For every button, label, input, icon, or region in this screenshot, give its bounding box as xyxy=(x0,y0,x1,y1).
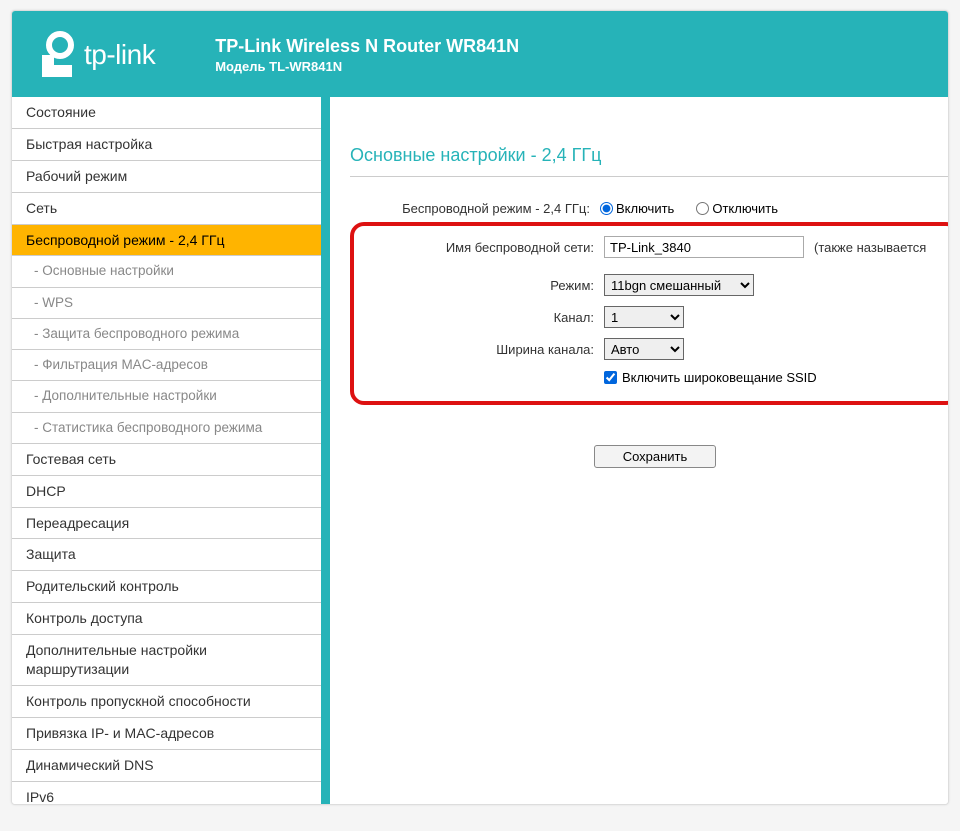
sidebar-item-3[interactable]: Сеть xyxy=(12,193,321,225)
wireless-mode-label: Беспроводной режим - 2,4 ГГц: xyxy=(350,201,600,216)
ssid-broadcast-label[interactable]: Включить широковещание SSID xyxy=(604,370,817,385)
wireless-enable-radio-label[interactable]: Включить xyxy=(600,201,674,216)
sidebar-item-21[interactable]: IPv6 xyxy=(12,782,321,804)
channel-width-select[interactable]: Авто xyxy=(604,338,684,360)
sidebar-item-4[interactable]: Беспроводной режим - 2,4 ГГц xyxy=(12,225,321,257)
mode-label: Режим: xyxy=(354,278,604,293)
brand-name: tp-link xyxy=(84,39,155,71)
sidebar-item-16[interactable]: Контроль доступа xyxy=(12,603,321,635)
sidebar-item-1[interactable]: Быстрая настройка xyxy=(12,129,321,161)
ssid-broadcast-checkbox[interactable] xyxy=(604,371,617,384)
sidebar-item-9[interactable]: - Дополнительные настройки xyxy=(12,381,321,412)
ssid-note: (также называется xyxy=(814,240,926,255)
wireless-disable-radio[interactable] xyxy=(696,202,709,215)
divider xyxy=(350,176,948,177)
wireless-disable-radio-label[interactable]: Отключить xyxy=(696,201,778,216)
tplink-logo-icon xyxy=(40,31,80,79)
save-button[interactable]: Сохранить xyxy=(594,445,717,468)
sidebar-item-10[interactable]: - Статистика беспроводного режима xyxy=(12,413,321,444)
sidebar-item-15[interactable]: Родительский контроль xyxy=(12,571,321,603)
product-title: TP-Link Wireless N Router WR841N xyxy=(215,36,519,57)
sidebar-item-19[interactable]: Привязка IP- и MAC-адресов xyxy=(12,718,321,750)
sidebar-item-6[interactable]: - WPS xyxy=(12,288,321,319)
sidebar-item-5[interactable]: - Основные настройки xyxy=(12,256,321,287)
sidebar-item-7[interactable]: - Защита беспроводного режима xyxy=(12,319,321,350)
channel-select[interactable]: 1 xyxy=(604,306,684,328)
page-title: Основные настройки - 2,4 ГГц xyxy=(350,145,948,166)
sidebar-item-18[interactable]: Контроль пропускной способности xyxy=(12,686,321,718)
sidebar-item-13[interactable]: Переадресация xyxy=(12,508,321,540)
content-area: Основные настройки - 2,4 ГГц Беспроводно… xyxy=(322,97,948,804)
sidebar-item-17[interactable]: Дополнительные настройки маршрутизации xyxy=(12,635,321,686)
sidebar-item-20[interactable]: Динамический DNS xyxy=(12,750,321,782)
brand-logo: tp-link xyxy=(40,31,155,79)
sidebar-item-12[interactable]: DHCP xyxy=(12,476,321,508)
wireless-enable-radio[interactable] xyxy=(600,202,613,215)
sidebar-item-14[interactable]: Защита xyxy=(12,539,321,571)
sidebar-item-11[interactable]: Гостевая сеть xyxy=(12,444,321,476)
sidebar-item-2[interactable]: Рабочий режим xyxy=(12,161,321,193)
ssid-input[interactable] xyxy=(604,236,804,258)
channel-label: Канал: xyxy=(354,310,604,325)
header: tp-link TP-Link Wireless N Router WR841N… xyxy=(12,11,948,97)
sidebar-item-0[interactable]: Состояние xyxy=(12,97,321,129)
highlight-annotation: Имя беспроводной сети: (также называется… xyxy=(350,222,948,405)
sidebar-item-8[interactable]: - Фильтрация MAC-адресов xyxy=(12,350,321,381)
ssid-label: Имя беспроводной сети: xyxy=(354,240,604,255)
sidebar-nav: СостояниеБыстрая настройкаРабочий режимС… xyxy=(12,97,322,804)
width-label: Ширина канала: xyxy=(354,342,604,357)
product-model: Модель TL-WR841N xyxy=(215,59,519,74)
mode-select[interactable]: 11bgn смешанный xyxy=(604,274,754,296)
